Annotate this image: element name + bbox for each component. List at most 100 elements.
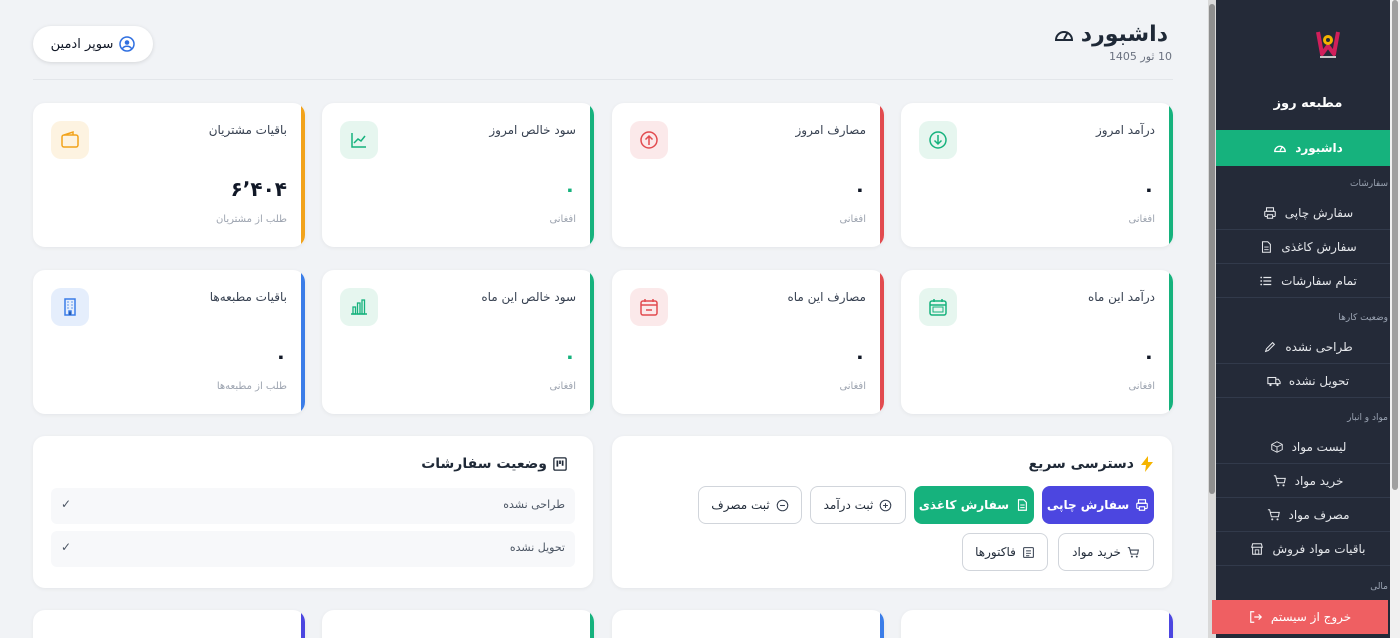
sidebar-item-print-order[interactable]: سفارش چاپی [1216,196,1400,230]
sidebar-item-buy-materials[interactable]: خرید مواد [1216,464,1400,498]
status-row-not-delivered[interactable]: تحویل نشده ✓ [51,531,575,567]
sidebar: مطبعه روز داشبورد سفارشات سفارش چاپی سفا… [1208,0,1400,638]
sidebar-item-consume-materials[interactable]: مصرف مواد [1216,498,1400,532]
upload-circle-icon [630,121,668,159]
logout-label: خروج از سیستم [1270,610,1352,624]
sidebar-section-orders: سفارشات [1350,179,1388,189]
sidebar-section-materials: مواد و انبار [1347,413,1388,423]
card-title: سود خالص این ماه [481,290,576,304]
user-menu[interactable]: سوپر ادمین [33,26,153,62]
order-status-panel: وضعیت سفارشات طراحی نشده ✓ تحویل نشده ✓ [33,436,593,588]
wallet-icon [51,121,89,159]
card-subtitle: طلب از مشتریان [215,214,287,225]
sidebar-item-materials-list[interactable]: لیست مواد [1216,430,1400,464]
stat-card-income-today: درآمد امروز ۰ افغانی [901,103,1173,247]
card-subtitle: افغانی [549,214,576,225]
stat-card-net-profit-today: سود خالص امروز ۰ افغانی [322,103,594,247]
page-scrollbar-thumb[interactable] [1392,0,1398,490]
sidebar-item-not-designed[interactable]: طراحی نشده [1216,330,1400,364]
card-accent-bar [1169,270,1173,414]
sidebar-item-label: سفارش چاپی [1284,205,1354,220]
pencil-icon [1265,341,1276,352]
card-subtitle: طلب از مطبعه‌ها [216,381,287,392]
plus-circle-icon [880,499,892,511]
card-value: ۰ [1142,344,1155,368]
gauge-icon [1054,30,1073,41]
document-icon [1018,499,1028,511]
lightning-icon [1141,456,1153,472]
sidebar-item-label: تمام سفارشات [1281,273,1357,288]
card-value: ۰ [274,344,287,368]
brand-name: مطبعه روز [1273,96,1343,111]
quick-buy-materials-button[interactable]: خرید مواد [1058,533,1154,571]
card-subtitle: افغانی [839,214,866,225]
card-value: ۰ [853,344,866,368]
calendar-month-icon [919,288,957,326]
stat-card-customer-balances: باقیات مشتریان ۶٬۴۰۴ طلب از مشتریان [33,103,305,247]
stat-card-expenses-today: مصارف امروز ۰ افغانی [612,103,884,247]
card-accent-bar [301,103,305,247]
check-icon: ✓ [61,540,72,554]
brand-logo [1308,24,1348,64]
user-circle-icon [119,36,136,52]
logout-button[interactable]: خروج از سیستم [1212,600,1388,634]
sidebar-section-status: وضعیت کارها [1338,313,1388,323]
stat-card-income-month: درآمد این ماه ۰ افغانی [901,270,1173,414]
sidebar-item-dashboard[interactable]: داشبورد [1216,130,1400,166]
status-label: طراحی نشده [503,498,565,511]
sidebar-item-label: خرید مواد [1294,473,1344,488]
card-value: ۰ [1142,177,1155,201]
quick-invoices-button[interactable]: فاکتورها [962,533,1048,571]
card-title: سود خالص امروز [489,123,576,137]
button-label: سفارش چاپی [1046,498,1130,512]
stat-card-press-balances: باقیات مطبعه‌ها ۰ طلب از مطبعه‌ها [33,270,305,414]
user-name: سوپر ادمین [50,36,114,52]
sidebar-item-paper-order[interactable]: سفارش کاغذی [1216,230,1400,264]
sidebar-item-label: مصرف مواد [1288,507,1350,522]
quick-access-title: دسترسی سریع [1029,456,1154,472]
sidebar-item-label: سفارش کاغذی [1281,239,1357,254]
gauge-icon [1274,145,1287,153]
button-label: سفارش کاغذی [918,498,1010,512]
calendar-minus-icon [630,288,668,326]
document-icon [1262,240,1272,253]
card-value: ۶٬۴۰۴ [230,177,287,201]
card-accent-bar [880,103,884,247]
status-label: تحویل نشده [509,541,565,554]
check-icon: ✓ [61,497,72,511]
card-accent-bar [301,270,305,414]
sidebar-item-not-delivered[interactable]: تحویل نشده [1216,364,1400,398]
page-date: 10 ثور 1405 [1108,50,1172,63]
building-icon [51,288,89,326]
quick-access-panel: دسترسی سریع سفارش چاپی سفارش کاغذی ثبت د… [612,436,1172,588]
card-title: باقیات مطبعه‌ها [209,290,287,304]
quick-access-title-text: دسترسی سریع [1028,456,1134,472]
kanban-icon [553,457,567,471]
sidebar-item-all-orders[interactable]: تمام سفارشات [1216,264,1400,298]
card-accent-bar [301,610,305,638]
stat-card-partial [33,610,305,638]
card-accent-bar [880,610,884,638]
sidebar-item-material-sales[interactable]: باقیات مواد فروش [1216,532,1400,566]
card-accent-bar [590,103,594,247]
quick-print-order-button[interactable]: سفارش چاپی [1042,486,1154,524]
status-row-not-designed[interactable]: طراحی نشده ✓ [51,488,575,524]
quick-add-income-button[interactable]: ثبت درآمد [810,486,906,524]
sidebar-scrollbar[interactable] [1208,0,1216,638]
card-title: مصارف این ماه [787,290,866,304]
stat-card-expenses-month: مصارف این ماه ۰ افغانی [612,270,884,414]
button-label: فاکتورها [975,545,1016,559]
quick-add-expense-button[interactable]: ثبت مصرف [698,486,802,524]
page-scrollbar[interactable] [1390,0,1400,638]
quick-paper-order-button[interactable]: سفارش کاغذی [914,486,1034,524]
sidebar-scrollbar-thumb[interactable] [1209,4,1215,494]
sidebar-section-finance: مالی [1370,582,1388,592]
header-divider [33,79,1173,80]
bar-chart-icon [340,288,378,326]
card-title: درآمد این ماه [1087,290,1155,304]
page-title-text: داشبورد [1080,22,1168,47]
card-subtitle: افغانی [839,381,866,392]
card-subtitle: افغانی [1128,381,1155,392]
order-status-title-text: وضعیت سفارشات [421,456,547,472]
trend-up-icon [340,121,378,159]
